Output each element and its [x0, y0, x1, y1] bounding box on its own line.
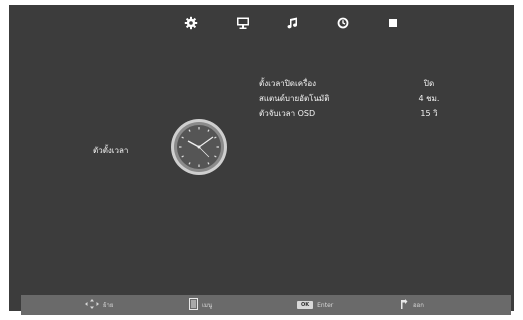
hint-move-label: ย้าย: [103, 302, 114, 309]
music-note-icon: [286, 16, 300, 30]
hint-menu: เมนู: [189, 295, 212, 315]
hint-bar: ย้าย เมนู OK Enter ออก: [21, 295, 511, 315]
osd-panel: ตัวตั้งเวลา ตั้งเวลาปิดเครื่อง ปิด สแตนด…: [9, 5, 514, 311]
timer-settings-list: ตั้งเวลาปิดเครื่อง ปิด สแตนด์บายอัตโนมัต…: [259, 76, 459, 121]
back-arrow-icon: [399, 298, 409, 312]
menu-list-icon: [189, 298, 198, 312]
timer-icon: [336, 16, 350, 30]
ok-key-icon: OK: [297, 301, 314, 309]
setting-label: สแตนด์บายอัตโนมัติ: [259, 94, 330, 103]
hint-enter-label: Enter: [317, 301, 334, 309]
setting-osd-timer[interactable]: ตัวจับเวลา OSD 15 วิ: [259, 106, 459, 121]
setting-label: ตั้งเวลาปิดเครื่อง: [259, 79, 317, 88]
setting-value: 4 ชม.: [418, 94, 440, 103]
tab-lock[interactable]: [381, 13, 405, 33]
setting-auto-standby[interactable]: สแตนด์บายอัตโนมัติ 4 ชม.: [259, 91, 459, 106]
hint-move: ย้าย: [85, 295, 113, 315]
hint-menu-label: เมนู: [202, 302, 213, 309]
setting-value: 15 วิ: [420, 109, 438, 118]
dpad-arrows-icon: [85, 299, 99, 311]
tab-sound[interactable]: [281, 13, 305, 33]
tab-picture[interactable]: [231, 13, 255, 33]
setting-label: ตัวจับเวลา OSD: [259, 109, 316, 118]
tab-settings[interactable]: [179, 13, 203, 33]
gear-icon: [184, 16, 198, 30]
setting-value: ปิด: [423, 79, 435, 88]
hint-enter: OK Enter: [297, 295, 333, 315]
monitor-icon: [236, 16, 250, 30]
tab-timer[interactable]: [331, 13, 355, 33]
hint-exit: ออก: [399, 295, 424, 315]
stop-square-icon: [386, 16, 400, 30]
setting-sleep-timer[interactable]: ตั้งเวลาปิดเครื่อง ปิด: [259, 76, 459, 91]
top-tab-bar: [169, 13, 409, 33]
clock-icon: [169, 117, 229, 181]
category-label: ตัวตั้งเวลา: [93, 146, 129, 155]
hint-exit-label: ออก: [413, 302, 424, 309]
